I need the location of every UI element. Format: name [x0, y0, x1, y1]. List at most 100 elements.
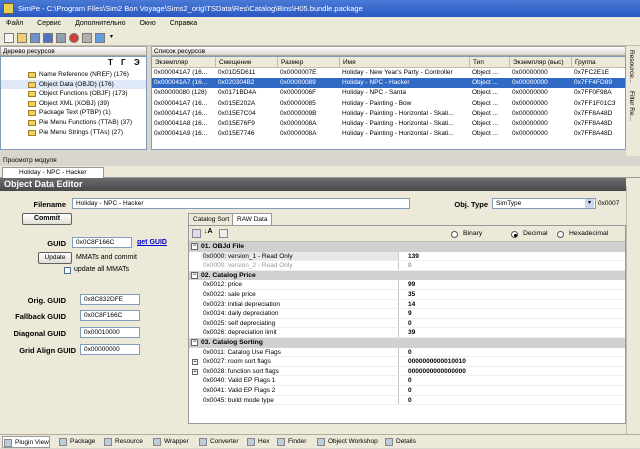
list-row[interactable]: 0x000041A9 (16... 0x015E7746 0x0000008A Hol…	[152, 129, 625, 139]
open-icon[interactable]	[17, 33, 27, 43]
col-offset[interactable]: Смещение	[216, 57, 278, 68]
grid-category[interactable]: −03. Catalog Sorting	[189, 338, 625, 348]
hexadecimal-radio[interactable]	[557, 231, 564, 238]
col-instance[interactable]: Экземпляр	[152, 57, 216, 68]
list-cell: 0x00000000	[512, 130, 548, 138]
list-cell: 0x00000000	[512, 109, 548, 117]
menu-extra[interactable]: Дополнительно	[75, 20, 125, 27]
list-row[interactable]: 0x000041A7 (16... 0x01D5D611 0x0000007E Hol…	[152, 68, 625, 78]
list-row[interactable]: 0x000041A7 (16... 0x015E7C04 0x0000009B Hol…	[152, 109, 625, 119]
close-icon[interactable]	[69, 33, 79, 43]
tab-hex[interactable]: Hex	[246, 436, 270, 448]
col-group[interactable]: Группа	[572, 57, 625, 68]
collapse-icon[interactable]: −	[191, 243, 198, 250]
menu-tools[interactable]: Сервис	[37, 20, 61, 27]
fallback-guid-label: Fallback GUID	[15, 312, 66, 321]
get-guid-link[interactable]: get GUID	[137, 239, 167, 246]
tree-item[interactable]: Object Functions (OBJF) (173)	[1, 89, 146, 99]
vertical-scrollbar[interactable]	[626, 186, 640, 434]
expand-icon[interactable]: +	[192, 368, 198, 375]
grid-category[interactable]: −02. Catalog Price	[189, 270, 625, 281]
print-icon[interactable]	[56, 33, 66, 43]
title-bar: SimPe - C:\Program Files\Sim2 Bon Voyage…	[0, 0, 640, 17]
tree-item[interactable]: Name Reference (NREF) (176)	[1, 70, 146, 80]
dropdown-icon[interactable]: ▾	[110, 33, 120, 43]
tab-catalog-sort[interactable]: Catalog Sort	[188, 213, 235, 225]
tab-converter[interactable]: Converter	[198, 436, 239, 448]
filename-field[interactable]: Holiday - NPC - Hacker	[72, 198, 410, 209]
col-type[interactable]: Тип	[470, 57, 510, 68]
grid-category-label: 02. Catalog Price	[201, 271, 256, 279]
expand-icon[interactable]: +	[192, 359, 198, 366]
tab-plugin-view[interactable]: Plugin View	[2, 436, 50, 448]
collapse-icon[interactable]: −	[191, 271, 198, 279]
wrapper-icon	[153, 438, 161, 446]
list-row[interactable]: 0x00000080 (128) 0x0171BD4A 0x0000006F Holi…	[152, 88, 625, 98]
tree-type-icon[interactable]: Г	[121, 58, 126, 67]
list-row[interactable]: 0x000041A7 (16... 0x015E202A 0x00000085 Hol…	[152, 99, 625, 109]
tab-finder[interactable]: Finder	[276, 436, 306, 448]
binary-radio[interactable]	[451, 231, 458, 238]
grid-category[interactable]: −01. OBJd File	[189, 242, 625, 252]
property-pages-icon[interactable]	[219, 229, 228, 238]
tab-details[interactable]: Details	[384, 436, 416, 448]
orig-guid-label: Orig. GUID	[27, 296, 66, 305]
window-title: SimPe - C:\Program Files\Sim2 Bon Voyage…	[18, 4, 363, 13]
save-as-icon[interactable]	[43, 33, 53, 43]
orig-guid-field[interactable]: 0x8C832DFE	[80, 294, 140, 305]
filter-tab[interactable]: Filter Re...	[626, 87, 637, 125]
diagonal-guid-field[interactable]: 0x00010000	[80, 327, 140, 338]
folder-icon	[28, 81, 36, 88]
new-icon[interactable]	[4, 33, 14, 43]
col-name[interactable]: Имя	[340, 57, 470, 68]
settings-icon[interactable]	[82, 33, 92, 43]
list-cell: 0x00000000	[512, 69, 548, 76]
menu-help[interactable]: Справка	[170, 20, 197, 27]
update-all-checkbox[interactable]	[64, 267, 71, 274]
tool-icon[interactable]	[95, 33, 105, 43]
update-button[interactable]: Update	[38, 252, 72, 264]
module-tab[interactable]: Holiday - NPC - Hacker	[2, 167, 104, 178]
collapse-icon[interactable]: −	[191, 339, 198, 346]
decimal-radio[interactable]	[511, 231, 518, 238]
tab-resource[interactable]: Resource	[103, 436, 143, 448]
guid-field[interactable]: 0x0C8F166C	[72, 237, 132, 248]
list-cell: Holiday - NPC - Hacker	[342, 79, 410, 87]
tab-wrapper[interactable]: Wrapper	[152, 436, 189, 448]
right-sidebar: Resource... Filter Re...	[626, 46, 640, 156]
resource-tab[interactable]: Resource...	[626, 46, 637, 87]
diagonal-guid-label: Diagonal GUID	[13, 329, 66, 338]
alphabetical-icon[interactable]: ↓A	[204, 228, 213, 235]
tree-item[interactable]: Object Data (OBJD) (176)	[1, 79, 146, 90]
list-cell: Holiday - Painting - Bow	[342, 99, 412, 107]
list-cell: 0x0000006F	[280, 89, 317, 97]
binary-label: Binary	[463, 230, 483, 237]
tree-sort-icon[interactable]: T	[108, 58, 113, 67]
tree-item[interactable]: Package Text (PTBP) (1)	[1, 108, 146, 118]
list-row[interactable]: 0x000041A8 (16... 0x015E76F9 0x0000008A Hol…	[152, 119, 625, 129]
tree-toolbar: T Г Э	[1, 57, 146, 68]
col-instance-high[interactable]: Экземпляр (выс)	[510, 57, 572, 68]
tree-item[interactable]: Pie Menu Strings (TTAs) (27)	[1, 128, 146, 138]
menu-file[interactable]: Файл	[6, 20, 23, 27]
tree-item[interactable]: Object XML (XOBJ) (39)	[1, 99, 146, 109]
list-cell: Object ...	[472, 109, 499, 117]
categorized-icon[interactable]	[192, 229, 201, 238]
folder-icon	[28, 100, 36, 107]
fallback-guid-field[interactable]: 0x0C8F166C	[80, 310, 140, 321]
tab-package[interactable]: Package	[58, 436, 95, 448]
objtype-select[interactable]: SimType ▾	[492, 198, 596, 209]
save-icon[interactable]	[30, 33, 40, 43]
col-size[interactable]: Размер	[278, 57, 340, 68]
list-cell: 0x000041A7 (16...	[154, 69, 208, 76]
tab-object-workshop[interactable]: Object Workshop	[316, 436, 378, 448]
grid-align-guid-field[interactable]: 0x00000000	[80, 344, 140, 355]
list-cell: Object ...	[472, 99, 499, 107]
list-row[interactable]: 0x000041A7 (16... 0x020304B2 0x00000089 Hol…	[152, 78, 625, 89]
hexadecimal-label: Hexadecimal	[569, 230, 609, 237]
tree-group-icon[interactable]: Э	[134, 58, 140, 67]
menu-window[interactable]: Окно	[139, 20, 155, 27]
commit-button[interactable]: Commit	[22, 213, 72, 225]
list-cell: 0x000041A8 (16...	[154, 120, 208, 127]
tree-item[interactable]: Pie Menu Functions (TTAB) (37)	[1, 118, 146, 128]
